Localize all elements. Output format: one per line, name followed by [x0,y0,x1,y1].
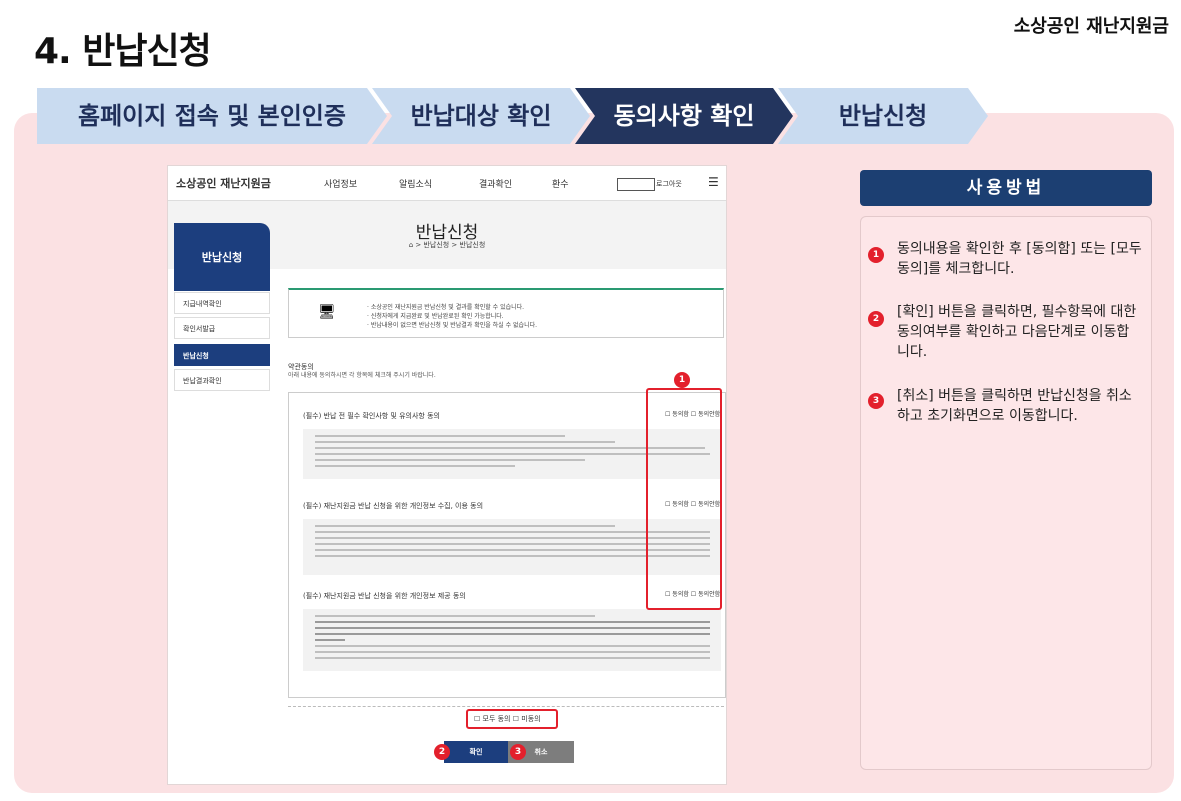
step-3: 동의사항 확인 [575,88,793,144]
menu-news[interactable]: 알림소식 [399,177,432,190]
how-to-box [860,216,1152,770]
notice-line: · 반납내용이 없으면 반납신청 및 반납결과 확인을 하실 수 없습니다. [367,322,538,329]
logout-link[interactable]: 로그아웃 [656,179,682,189]
hamburger-menu-icon[interactable]: ☰ [708,175,719,189]
how-step-number: 2 [868,311,884,327]
section-title: (필수) 반납 전 필수 확인사항 및 유의사항 동의 [303,412,440,420]
notice-line: · 소상공인 재난지원금 반납신청 및 결과를 확인할 수 있습니다. [367,304,525,311]
checkbox-highlight [646,388,722,610]
menu-refund[interactable]: 환수 [552,177,569,190]
menu-business-info[interactable]: 사업정보 [324,177,357,190]
monitor-icon: 🖥 [318,304,336,320]
step-4: 반납신청 [778,88,988,144]
confirm-button[interactable]: 확인 [444,741,508,763]
callout-badge-2: 2 [434,744,450,760]
page-title: 4. 반납신청 [34,31,212,72]
section-title: (필수) 재난지원금 반납 신청을 위한 개인정보 수집, 이용 동의 [303,502,484,510]
lnb-item-refund-apply[interactable]: 반납신청 [174,344,270,366]
step-2: 반납대상 확인 [372,88,590,144]
step-2-label: 반납대상 확인 [410,102,552,130]
notice-box: 🖥 · 소상공인 재난지원금 반납신청 및 결과를 확인할 수 있습니다. · … [288,288,724,338]
agree-description: 아래 내용에 동의하시면 각 항목에 체크해 주시기 바랍니다. [288,372,436,379]
divider [288,706,724,707]
how-step-text: [취소] 버튼을 클릭하면 반납신청을 취소하고 초기화면으로 이동합니다. [897,388,1132,424]
lnb-item-certificate[interactable]: 확인서발급 [174,317,270,339]
callout-badge-3: 3 [510,744,526,760]
brand-title: 소상공인 재난지원금 [1013,16,1169,37]
step-4-label: 반납신청 [838,102,928,130]
all-agree-highlight [466,709,558,729]
search-input[interactable] [617,178,655,191]
how-to-title: 사용방법 [860,170,1152,206]
lnb-item-payment[interactable]: 지급내역확인 [174,292,270,314]
step-1: 홈페이지 접속 및 본인인증 [37,88,387,144]
top-nav: 소상공인 재난지원금 사업정보 알림소식 결과확인 환수 로그아웃 ☰ [168,166,726,201]
how-step-number: 1 [868,247,884,263]
website-screenshot: 소상공인 재난지원금 사업정보 알림소식 결과확인 환수 로그아웃 ☰ 반납신청… [168,166,726,784]
lnb-item-refund-result[interactable]: 반납결과확인 [174,369,270,391]
lnb-title: 반납신청 [174,223,270,291]
step-3-label: 동의사항 확인 [613,102,755,130]
step-1-label: 홈페이지 접속 및 본인인증 [78,102,346,130]
how-step-text: [확인] 버튼을 클릭하면, 필수항목에 대한 동의여부를 확인하고 다음단계로… [897,304,1137,360]
menu-result[interactable]: 결과확인 [479,177,512,190]
how-step-number: 3 [868,393,884,409]
callout-badge-1: 1 [674,372,690,388]
site-logo[interactable]: 소상공인 재난지원금 [176,175,271,191]
section-title: (필수) 재난지원금 반납 신청을 위한 개인정보 제공 동의 [303,592,466,600]
section-body [303,609,721,671]
notice-line: · 신청자에게 지급완료 및 반납완료된 확인 가능합니다. [367,313,504,320]
how-step-text: 동의내용을 확인한 후 [동의함] 또는 [모두동의]를 체크합니다. [897,241,1142,277]
